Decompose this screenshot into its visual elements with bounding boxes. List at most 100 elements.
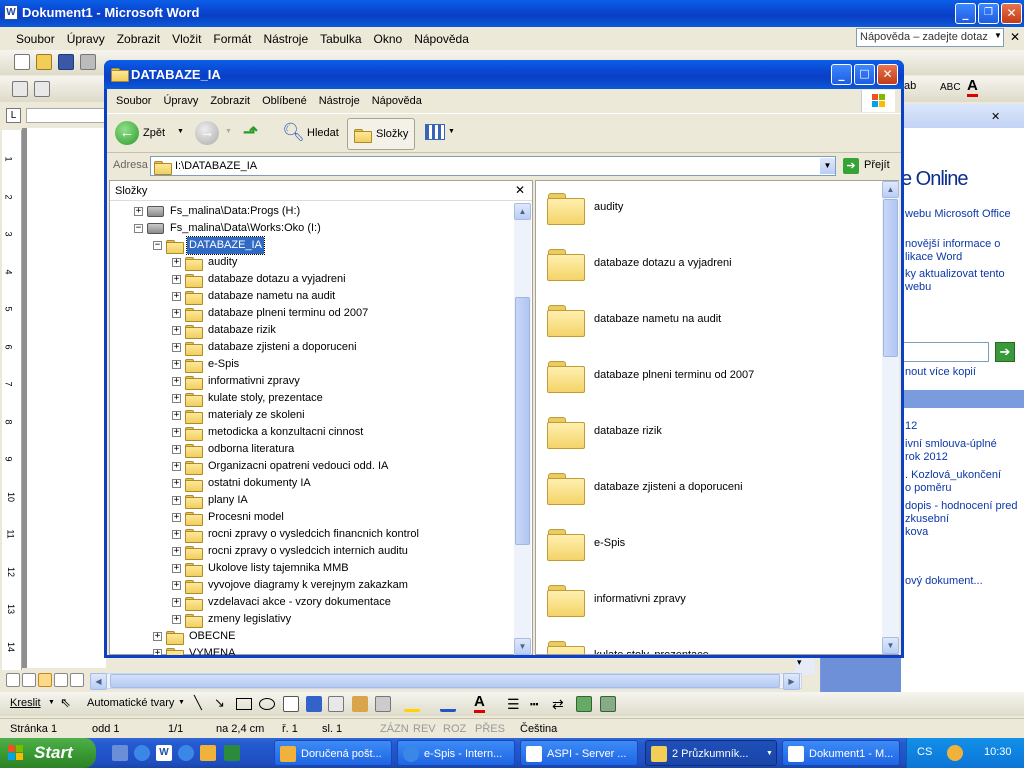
address-input[interactable]: I:\DATABAZE_IA ▼	[150, 156, 836, 176]
explorer-menu-nastroje[interactable]: Nástroje	[313, 92, 366, 110]
rectangle-icon[interactable]	[236, 698, 252, 710]
new-document-icon[interactable]	[14, 54, 30, 70]
explorer-close-button[interactable]: ✕	[877, 64, 898, 85]
draw-dropdown-icon[interactable]: ▼	[48, 699, 55, 706]
quicklaunch-excel-icon[interactable]	[224, 745, 240, 761]
expand-icon[interactable]: +	[172, 377, 181, 386]
tree-item[interactable]: + vzdelavaci akce - vzory dokumentace	[110, 594, 514, 611]
tree-scroll-thumb[interactable]	[515, 297, 530, 545]
tree-item[interactable]: + rocni zpravy o vysledcich financnich ko…	[110, 526, 514, 543]
expand-icon[interactable]: +	[153, 632, 162, 641]
explorer-minimize-button[interactable]: _	[831, 64, 852, 85]
file-item[interactable]: e-Spis	[536, 517, 882, 573]
task-pane-link-11[interactable]: dopis - hodnocení pred	[905, 500, 1018, 512]
word-close-button[interactable]: ✕	[1001, 3, 1022, 24]
expand-icon[interactable]: +	[172, 564, 181, 573]
expand-icon[interactable]: +	[172, 615, 181, 624]
arrow-style-icon[interactable]: ⇄	[552, 696, 564, 713]
files-scroll-thumb[interactable]	[883, 199, 898, 357]
shadow-icon[interactable]	[576, 696, 592, 712]
word-menu-vlozit[interactable]: Vložit	[166, 30, 207, 48]
task-pane-link-6[interactable]: 12	[905, 420, 917, 432]
tree-item[interactable]: + vyvojove diagramy k verejnym zakazkam	[110, 577, 514, 594]
expand-icon[interactable]: +	[172, 445, 181, 454]
file-item[interactable]: databaze nametu na audit	[536, 293, 882, 349]
expand-icon[interactable]: +	[172, 394, 181, 403]
expand-icon[interactable]: +	[172, 309, 181, 318]
print-view-icon[interactable]	[38, 673, 52, 687]
expand-icon[interactable]: +	[172, 496, 181, 505]
tree-item[interactable]: + audity	[110, 254, 514, 271]
permission-icon[interactable]	[80, 54, 96, 70]
status-rev[interactable]: REV	[413, 719, 436, 740]
word-menu-zobrazit[interactable]: Zobrazit	[111, 30, 166, 48]
line-color-icon[interactable]	[440, 696, 456, 712]
task-pane-link-4[interactable]: webu	[905, 281, 931, 293]
font-color-icon[interactable]: A	[967, 78, 978, 97]
tree-item[interactable]: + databaze plneni terminu od 2007	[110, 305, 514, 322]
word-restore-button[interactable]: ❐	[978, 3, 999, 24]
expand-icon[interactable]: +	[172, 547, 181, 556]
back-button[interactable]: Zpět	[143, 127, 165, 139]
tree-item[interactable]: − Fs_malina\Data\Works:Oko (I:)	[110, 220, 514, 237]
ruler-corner[interactable]: L	[6, 108, 21, 123]
task-outlook[interactable]: Doručená pošt...	[274, 740, 392, 766]
task-pane-link-12[interactable]: zkusební	[905, 513, 949, 525]
expand-icon[interactable]: +	[172, 428, 181, 437]
task-pane-link-10[interactable]: o poměru	[905, 482, 951, 494]
wordart-icon[interactable]	[306, 696, 322, 712]
oval-icon[interactable]	[259, 698, 275, 710]
explorer-maximize-button[interactable]: □	[854, 64, 875, 85]
scroll-left-button[interactable]: ◀	[90, 673, 107, 690]
form-icon[interactable]	[34, 81, 50, 97]
collapse-icon[interactable]: −	[153, 241, 162, 250]
3d-icon[interactable]	[600, 696, 616, 712]
task-explorer-group[interactable]: 2 Průzkumník... ▼	[645, 740, 777, 766]
line-icon[interactable]: ╲	[194, 695, 202, 711]
task-pane-link-9[interactable]: . Kozlová_ukončení	[905, 469, 1001, 481]
go-button[interactable]: Přejít	[864, 159, 890, 171]
tray-app-icon[interactable]	[947, 745, 963, 761]
explorer-menu-soubor[interactable]: Soubor	[110, 92, 157, 110]
autoshapes-button[interactable]: Automatické tvary	[87, 697, 174, 709]
picture-icon[interactable]	[375, 696, 391, 712]
quicklaunch-word-icon[interactable]: W	[156, 745, 172, 761]
expand-icon[interactable]: +	[134, 207, 143, 216]
save-icon[interactable]	[58, 54, 74, 70]
task-pane-link-3[interactable]: ky aktualizovat tento	[905, 268, 1005, 280]
forward-dropdown-icon[interactable]: ▼	[225, 128, 232, 135]
file-item[interactable]: audity	[536, 181, 882, 237]
horizontal-scroll-thumb[interactable]	[110, 674, 780, 688]
tree-item[interactable]: + metodicka a konzultacni cinnost	[110, 424, 514, 441]
quicklaunch-explorer-icon[interactable]	[112, 745, 128, 761]
outline-view-icon[interactable]	[54, 673, 68, 687]
start-button[interactable]: Start	[0, 738, 96, 768]
expand-icon[interactable]: +	[172, 530, 181, 539]
quicklaunch-outlook-icon[interactable]	[200, 745, 216, 761]
views-icon[interactable]	[425, 124, 445, 140]
next-page-button[interactable]: ▾	[797, 657, 802, 668]
expand-icon[interactable]: +	[172, 479, 181, 488]
horizontal-ruler[interactable]	[26, 108, 106, 123]
views-dropdown-icon[interactable]: ▼	[448, 128, 455, 135]
file-item[interactable]: databaze zjisteni a doporuceni	[536, 461, 882, 517]
task-pane-link-5[interactable]: nout více kopií	[905, 366, 976, 378]
word-menu-okno[interactable]: Okno	[368, 30, 409, 48]
explorer-title-bar[interactable]: DATABAZE_IA _ □ ✕	[104, 60, 904, 89]
dash-style-icon[interactable]: ┅	[530, 696, 538, 713]
arrow-icon[interactable]: ↘	[214, 695, 225, 711]
tree-item[interactable]: + kulate stoly, prezentace	[110, 390, 514, 407]
task-pane-search-go-button[interactable]: ➔	[995, 342, 1015, 362]
tree-item[interactable]: + rocni zpravy o vysledcich internich aud…	[110, 543, 514, 560]
highlight-icon[interactable]: ab	[904, 80, 916, 92]
back-dropdown-icon[interactable]: ▼	[177, 128, 184, 135]
spelling-icon[interactable]: ABC	[940, 82, 961, 93]
forward-icon[interactable]: →	[195, 121, 219, 145]
tree-item[interactable]: + databaze zjisteni a doporuceni	[110, 339, 514, 356]
draw-menu-button[interactable]: Kreslit	[10, 697, 41, 709]
select-objects-icon[interactable]: ⇖	[60, 695, 71, 711]
textbox-icon[interactable]	[283, 696, 299, 712]
status-ovr[interactable]: PŘES	[475, 719, 505, 740]
task-pane-close-icon[interactable]: ✕	[991, 110, 1000, 123]
file-item[interactable]: kulate stoly, prezentace	[536, 629, 882, 654]
